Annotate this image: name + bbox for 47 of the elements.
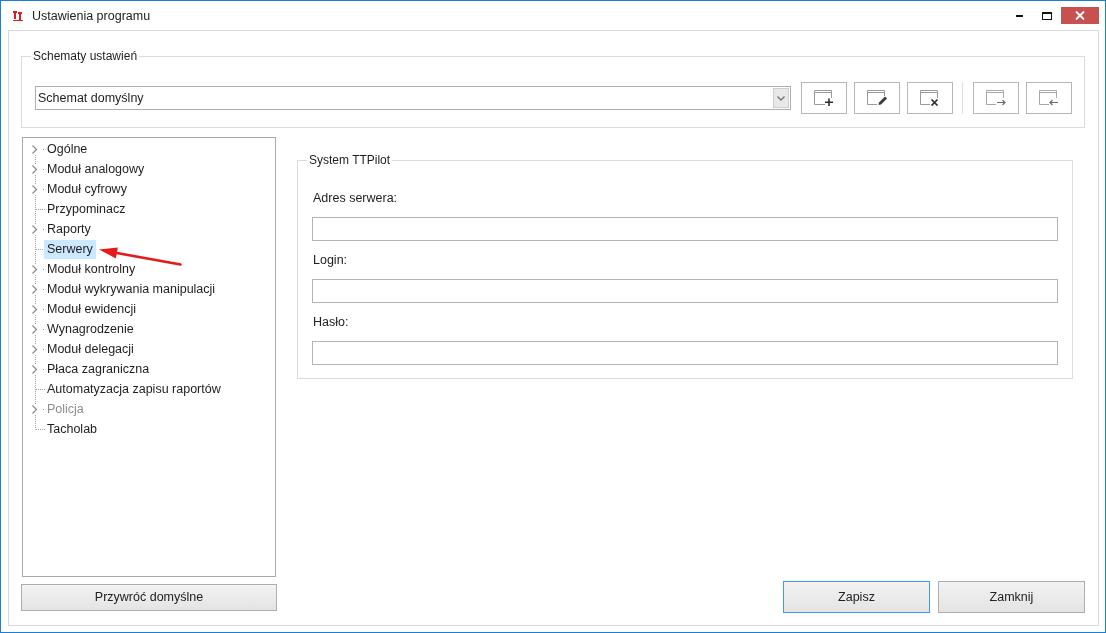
window-x-icon [920,90,940,106]
tree-item[interactable]: Moduł wykrywania manipulacji [44,279,219,299]
window-plus-icon [814,90,834,106]
tree-item[interactable]: Ogólne [44,139,91,159]
tree-connector-icon [35,419,45,430]
window-arrow-right-icon [986,90,1006,106]
tree-item[interactable]: Automatyzacja zapisu raportów [44,379,224,399]
tree-item[interactable]: Moduł cyfrowy [44,179,130,199]
group-legend: Schematy ustawień [31,48,140,64]
field-label: Adres serwera: [312,190,398,206]
close-button[interactable] [1061,7,1099,24]
window-title: Ustawienia programu [32,8,151,24]
edit-scheme-button[interactable] [854,82,900,114]
field-label: Hasło: [312,314,349,330]
chevron-down-icon [773,88,789,108]
import-scheme-button[interactable] [1026,82,1072,114]
tree-item[interactable]: Moduł analogowy [44,159,148,179]
app-logo-icon [13,10,23,21]
tree-connector-icon [35,199,45,219]
add-scheme-button[interactable] [801,82,847,114]
tree-item[interactable]: Płaca zagraniczna [44,359,153,379]
tree-item[interactable]: Tacholab [44,419,101,439]
maximize-icon [1042,11,1052,20]
tree-connector-icon [35,239,45,259]
tree-item[interactable]: Moduł delegacji [44,339,137,359]
dialog-button[interactable]: Zapisz [783,581,930,613]
dialog-button[interactable]: Zamknij [938,581,1085,613]
tree-item[interactable]: Serwery [44,239,96,259]
text-field[interactable] [312,279,1058,303]
tree-connector-icon [35,379,45,399]
text-field[interactable] [312,217,1058,241]
delete-scheme-button[interactable] [907,82,953,114]
tree-item[interactable]: Moduł kontrolny [44,259,139,279]
field-label: Login: [312,252,348,268]
tree-item[interactable]: Przypominacz [44,199,129,219]
tree-item[interactable]: Raporty [44,219,94,239]
text-field[interactable] [312,341,1058,365]
tree-item[interactable]: Wynagrodzenie [44,319,137,339]
restore-defaults-button[interactable]: Przywróć domyślne [21,583,277,611]
window-pencil-icon [867,90,887,106]
group-legend: System TTPilot [307,152,393,168]
window-arrow-left-icon [1039,90,1059,106]
export-scheme-button[interactable] [973,82,1019,114]
tree-item[interactable]: Moduł ewidencji [44,299,139,319]
close-icon [1075,11,1085,20]
minimize-icon [1015,14,1023,17]
scheme-dropdown[interactable]: Schemat domyślny [35,86,791,110]
